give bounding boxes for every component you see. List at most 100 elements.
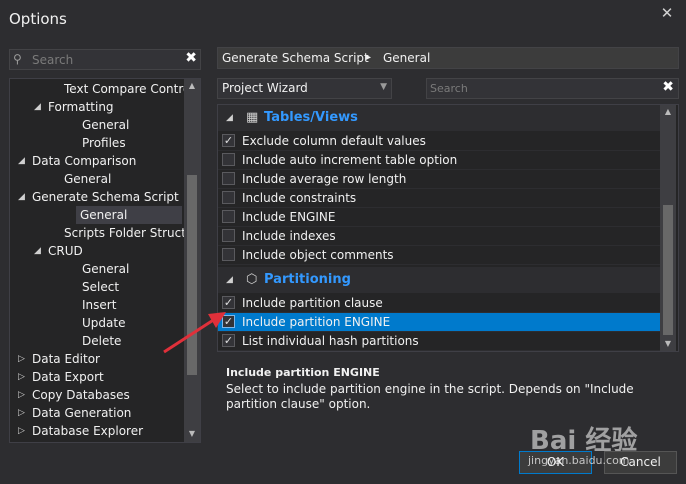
checkbox-unchecked[interactable] xyxy=(222,248,235,261)
group-header-tables[interactable]: ◢ ▦ Tables/Views xyxy=(218,105,660,131)
tree-item[interactable]: ▷ Copy Databases xyxy=(10,386,182,404)
option-label: Include ENGINE xyxy=(242,210,336,224)
tree-search-placeholder: Search xyxy=(32,53,74,67)
tree-item[interactable]: Delete xyxy=(10,332,182,350)
collapse-toggle-icon[interactable]: ◢ xyxy=(34,98,41,116)
options-search-placeholder: Search xyxy=(430,82,468,95)
scroll-up-icon[interactable]: ▲ xyxy=(184,81,200,90)
tree-item-label: Profiles xyxy=(82,136,126,150)
option-row[interactable]: Include indexes xyxy=(218,227,660,246)
option-row[interactable]: Include object comments xyxy=(218,246,660,265)
tree-item[interactable]: ▷ Data Export xyxy=(10,368,182,386)
option-label: Include constraints xyxy=(242,191,357,205)
option-row[interactable]: Include auto increment table option xyxy=(218,151,660,170)
checkbox-unchecked[interactable] xyxy=(222,153,235,166)
scroll-down-icon[interactable]: ▼ xyxy=(184,429,200,438)
annotation-arrow-icon xyxy=(163,312,226,354)
tree-item-label: Update xyxy=(82,316,126,330)
tree-item[interactable]: ◢ Data Comparison xyxy=(10,152,182,170)
tree-item[interactable]: General xyxy=(10,170,182,188)
group-label: Partitioning xyxy=(264,272,351,287)
tree-item-label: General xyxy=(82,262,130,276)
tree-item[interactable]: ▷ Database Explorer xyxy=(10,422,182,440)
tree-item[interactable]: ▷ Data Editor xyxy=(10,350,182,368)
tree-item[interactable]: Text Compare Control xyxy=(10,80,194,98)
collapse-toggle-icon[interactable]: ◢ xyxy=(226,105,233,131)
description-text: Select to include partition engine in th… xyxy=(226,382,634,411)
tree-item[interactable]: Select xyxy=(10,278,182,296)
tree-search-input[interactable]: ⚲ Search ✖ xyxy=(9,49,201,70)
tree-item-label: Data Generation xyxy=(32,406,132,420)
checkbox-unchecked[interactable] xyxy=(222,210,235,223)
chevron-down-icon: ▼ xyxy=(380,82,387,92)
description-title: Include partition ENGINE xyxy=(226,366,380,379)
tree-item-label: Text Compare Control xyxy=(64,82,194,96)
options-scroll-thumb[interactable] xyxy=(663,205,673,335)
tree-item-label: Formatting xyxy=(48,100,114,114)
option-row[interactable]: ✓ List individual hash partitions xyxy=(218,332,660,351)
expand-toggle-icon[interactable]: ▷ xyxy=(18,368,25,386)
checkbox-unchecked[interactable] xyxy=(222,191,235,204)
expand-toggle-icon[interactable]: ▷ xyxy=(18,422,25,440)
group-header-partitioning[interactable]: ◢ ⬡ Partitioning xyxy=(218,267,660,293)
breadcrumb: Generate Schema Script ▸ General xyxy=(217,47,679,69)
tree-item[interactable]: Update xyxy=(10,314,182,332)
checkbox-checked[interactable]: ✓ xyxy=(222,134,235,147)
scroll-up-icon[interactable]: ▲ xyxy=(660,107,676,116)
tree-item[interactable]: ◢ Formatting xyxy=(10,98,182,116)
collapse-toggle-icon[interactable]: ◢ xyxy=(34,242,41,260)
group-label: Tables/Views xyxy=(264,110,358,125)
collapse-toggle-icon[interactable]: ◢ xyxy=(18,188,25,206)
tree-item-label: Data Editor xyxy=(32,352,100,366)
tree-item-label: General xyxy=(80,208,128,222)
option-label: Include partition ENGINE xyxy=(242,315,391,329)
option-row[interactable]: Include constraints xyxy=(218,189,660,208)
collapse-toggle-icon[interactable]: ◢ xyxy=(18,152,25,170)
options-tree[interactable]: Text Compare Control ◢ Formatting General Pr… xyxy=(9,78,201,443)
tree-item-label: Generate Schema Script xyxy=(32,190,179,204)
tree-item[interactable]: General xyxy=(76,206,182,224)
option-row[interactable]: Include average row length xyxy=(218,170,660,189)
close-icon[interactable]: ✕ xyxy=(658,4,676,22)
scroll-down-icon[interactable]: ▼ xyxy=(660,339,676,348)
tree-item-label: Data Export xyxy=(32,370,104,384)
option-label: Include indexes xyxy=(242,229,336,243)
clear-search-icon[interactable]: ✖ xyxy=(185,50,197,66)
checkbox-unchecked[interactable] xyxy=(222,229,235,242)
clear-options-search-icon[interactable]: ✖ xyxy=(662,79,674,95)
tree-item-label: Insert xyxy=(82,298,117,312)
expand-toggle-icon[interactable]: ▷ xyxy=(18,350,25,368)
tree-item[interactable]: General xyxy=(10,116,182,134)
tree-item[interactable]: Insert xyxy=(10,296,182,314)
options-search-input[interactable]: Search ✖ xyxy=(426,78,679,99)
tree-item-label: Copy Databases xyxy=(32,388,130,402)
breadcrumb-separator-icon: ▸ xyxy=(366,52,372,63)
expand-toggle-icon[interactable]: ▷ xyxy=(18,386,25,404)
tree-item[interactable]: ◢ Generate Schema Script xyxy=(10,188,182,206)
search-icon: ⚲ xyxy=(13,52,22,66)
tree-scrollbar[interactable]: ▲ ▼ xyxy=(184,79,200,442)
options-grid[interactable]: ◢ ▦ Tables/Views ✓ Exclude column default… xyxy=(217,104,679,352)
expand-toggle-icon[interactable]: ▷ xyxy=(18,404,25,422)
option-row[interactable]: ✓ Include partition ENGINE xyxy=(218,313,660,332)
tree-item-label: Data Comparison xyxy=(32,154,137,168)
tree-item[interactable]: ◢ CRUD xyxy=(10,242,182,260)
tree-item[interactable]: ▷ Data Generation xyxy=(10,404,182,422)
breadcrumb-parent: Generate Schema Script xyxy=(222,51,369,65)
option-row[interactable]: ✓ Include partition clause xyxy=(218,294,660,313)
tree-item[interactable]: Scripts Folder Structure xyxy=(10,224,200,242)
collapse-toggle-icon[interactable]: ◢ xyxy=(226,267,233,293)
cube-icon: ⬡ xyxy=(246,272,258,287)
option-label: Include partition clause xyxy=(242,296,383,310)
options-scrollbar[interactable]: ▲ ▼ xyxy=(660,105,676,351)
checkbox-unchecked[interactable] xyxy=(222,172,235,185)
option-row[interactable]: Include ENGINE xyxy=(218,208,660,227)
category-dropdown[interactable]: Project Wizard ▼ xyxy=(217,78,392,99)
tree-item[interactable]: Profiles xyxy=(10,134,182,152)
tree-item-label: Database Explorer xyxy=(32,424,144,438)
tree-item[interactable]: General xyxy=(10,260,182,278)
option-row[interactable]: ✓ Exclude column default values xyxy=(218,132,660,151)
option-label: Include average row length xyxy=(242,172,407,186)
option-label: Include auto increment table option xyxy=(242,153,458,167)
option-label: Include object comments xyxy=(242,248,394,262)
